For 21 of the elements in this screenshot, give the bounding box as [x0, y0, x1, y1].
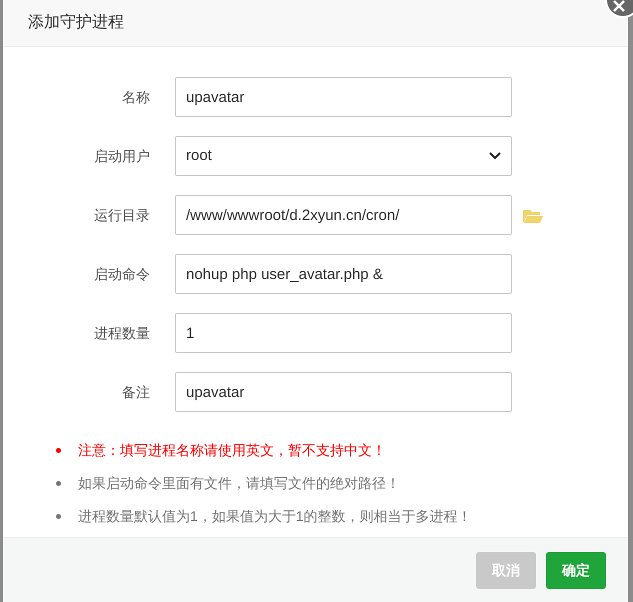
note-text: 进程数量默认值为1，如果值为大于1的整数，则相当于多进程！ — [78, 507, 472, 526]
field-label: 名称 — [121, 88, 150, 106]
dialog-title: 添加守护进程 — [28, 12, 124, 33]
field-label: 备注 — [121, 382, 150, 402]
bullet-icon — [56, 481, 61, 486]
field-label: 运行目录 — [93, 206, 150, 224]
bullet-icon — [56, 448, 61, 453]
input-field[interactable]: /www/wwwroot/d.2xyun.cn/cron/ — [175, 195, 512, 235]
input-field[interactable]: upavatar — [175, 372, 512, 412]
note-text: 如果启动命令里面有文件，请填写文件的绝对路径！ — [78, 474, 400, 493]
field-label: 进程数量 — [93, 324, 150, 342]
user-select[interactable]: root — [175, 136, 512, 176]
close-icon — [613, 0, 625, 12]
input-field[interactable]: upavatar — [175, 77, 512, 117]
input-field[interactable]: 1 — [175, 313, 512, 353]
bullet-icon — [56, 514, 61, 519]
field-label: 启动命令 — [93, 264, 150, 284]
input-field[interactable]: nohup php user_avatar.php & — [175, 254, 512, 294]
note-text: 注意：填写进程名称请使用英文，暂不支持中文！ — [78, 441, 386, 460]
chevron-down-icon — [489, 152, 501, 160]
field-label: 启动用户 — [93, 146, 150, 166]
